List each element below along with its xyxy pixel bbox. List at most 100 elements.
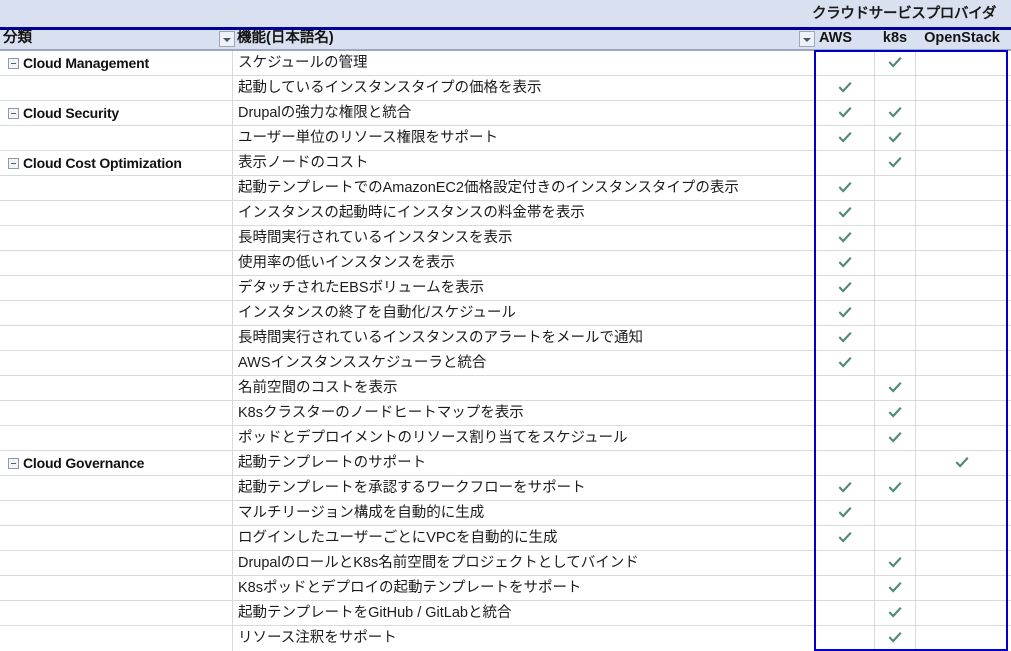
category-cell: [0, 601, 232, 626]
check-icon: [888, 131, 902, 143]
category-cell: [0, 426, 232, 451]
category-cell: Cloud Security: [0, 101, 232, 126]
category-cell: [0, 476, 232, 501]
category-cell: [0, 351, 232, 376]
check-icon: [838, 481, 852, 493]
collapse-outline-icon[interactable]: [8, 457, 19, 469]
cell-k8s: [875, 501, 915, 526]
table-row: マルチリージョン構成を自動的に生成: [0, 501, 1011, 526]
cell-k8s: [875, 76, 915, 101]
cell-k8s: [875, 476, 915, 501]
category-cell: [0, 526, 232, 551]
cell-openstack: [916, 176, 1008, 201]
cell-k8s: [875, 626, 915, 651]
feature-cell: ログインしたユーザーごとにVPCを自動的に生成: [238, 530, 558, 546]
feature-cell: インスタンスの終了を自動化/スケジュール: [238, 305, 516, 321]
table-row: 起動テンプレートを承認するワークフローをサポート: [0, 476, 1011, 501]
table-row: 名前空間のコストを表示: [0, 376, 1011, 401]
table-row: Cloud Security Drupalの強力な権限と統合: [0, 101, 1011, 126]
filter-dropdown-category-icon[interactable]: [219, 31, 235, 47]
cell-openstack: [916, 76, 1008, 101]
table-row: DrupalのロールとK8s名前空間をプロジェクトとしてバインド: [0, 551, 1011, 576]
cell-openstack: [916, 401, 1008, 426]
feature-cell: DrupalのロールとK8s名前空間をプロジェクトとしてバインド: [238, 555, 639, 571]
cell-aws: [816, 551, 874, 576]
table-row: デタッチされたEBSボリュームを表示: [0, 276, 1011, 301]
cell-openstack: [916, 251, 1008, 276]
cell-openstack: [916, 476, 1008, 501]
category-label: Cloud Governance: [23, 455, 145, 471]
cell-openstack: [916, 326, 1008, 351]
check-icon: [888, 481, 902, 493]
cell-k8s: [875, 101, 915, 126]
table-row: 長時間実行されているインスタンスを表示: [0, 226, 1011, 251]
filter-dropdown-feature-icon[interactable]: [799, 31, 815, 47]
category-label: Cloud Cost Optimization: [23, 155, 182, 171]
cell-aws: [816, 76, 874, 101]
cell-aws: [816, 151, 874, 176]
cell-aws: [816, 51, 874, 76]
category-cell: [0, 276, 232, 301]
check-icon: [888, 606, 902, 618]
feature-cell: Drupalの強力な権限と統合: [238, 105, 412, 121]
table-row: AWSインスタンススケジューラと統合: [0, 351, 1011, 376]
column-header-aws: AWS: [819, 30, 853, 46]
cell-openstack: [916, 451, 1008, 476]
cell-k8s: [875, 326, 915, 351]
category-cell: Cloud Governance: [0, 451, 232, 476]
category-cell: [0, 226, 232, 251]
collapse-outline-icon[interactable]: [8, 57, 19, 69]
cell-k8s: [875, 226, 915, 251]
table-row: Cloud Management スケジュールの管理: [0, 51, 1011, 76]
category-cell: [0, 126, 232, 151]
category-cell: [0, 76, 232, 101]
cell-openstack: [916, 526, 1008, 551]
table-row: 使用率の低いインスタンスを表示: [0, 251, 1011, 276]
cell-aws: [816, 426, 874, 451]
cell-openstack: [916, 51, 1008, 76]
feature-cell: ユーザー単位のリソース権限をサポート: [238, 130, 498, 146]
cell-aws: [816, 601, 874, 626]
cell-k8s: [875, 601, 915, 626]
chevron-down-icon: [223, 38, 231, 42]
cell-openstack: [916, 426, 1008, 451]
table-row: ポッドとデプロイメントのリソース割り当てをスケジュール: [0, 426, 1011, 451]
category-label: Cloud Management: [23, 55, 149, 71]
feature-cell: 長時間実行されているインスタンスのアラートをメールで通知: [238, 330, 643, 346]
cell-aws: [816, 326, 874, 351]
collapse-outline-icon[interactable]: [8, 107, 19, 119]
feature-cell: ポッドとデプロイメントのリソース割り当てをスケジュール: [238, 430, 628, 446]
check-icon: [838, 331, 852, 343]
cell-openstack: [916, 201, 1008, 226]
cell-aws: [816, 276, 874, 301]
category-cell: [0, 551, 232, 576]
cell-openstack: [916, 351, 1008, 376]
cell-k8s: [875, 176, 915, 201]
feature-cell: 起動テンプレートをGitHub / GitLabと統合: [238, 605, 512, 621]
matrix-grid: Cloud Management スケジュールの管理 起動しているインスタンスタイプ…: [0, 51, 1011, 651]
column-header-openstack: OpenStack: [924, 30, 1000, 46]
check-icon: [838, 131, 852, 143]
cell-aws: [816, 251, 874, 276]
table-row: 起動テンプレートでのAmazonEC2価格設定付きのインスタンスタイプの表示: [0, 176, 1011, 201]
check-icon: [888, 431, 902, 443]
cell-k8s: [875, 276, 915, 301]
feature-cell: デタッチされたEBSボリュームを表示: [238, 280, 485, 296]
feature-cell: スケジュールの管理: [238, 55, 368, 71]
cell-openstack: [916, 601, 1008, 626]
table-row: インスタンスの起動時にインスタンスの料金帯を表示: [0, 201, 1011, 226]
column-header-category: 分類: [3, 30, 32, 46]
check-icon: [838, 81, 852, 93]
table-row: Cloud Governance 起動テンプレートのサポート: [0, 451, 1011, 476]
feature-cell: 名前空間のコストを表示: [238, 380, 398, 396]
collapse-outline-icon[interactable]: [8, 157, 19, 169]
check-icon: [838, 356, 852, 368]
check-icon: [838, 181, 852, 193]
cell-k8s: [875, 526, 915, 551]
cell-k8s: [875, 401, 915, 426]
check-icon: [838, 306, 852, 318]
cell-openstack: [916, 151, 1008, 176]
feature-cell: リソース注釈をサポート: [238, 630, 397, 646]
feature-cell: AWSインスタンススケジューラと統合: [238, 355, 487, 371]
check-icon: [838, 206, 852, 218]
